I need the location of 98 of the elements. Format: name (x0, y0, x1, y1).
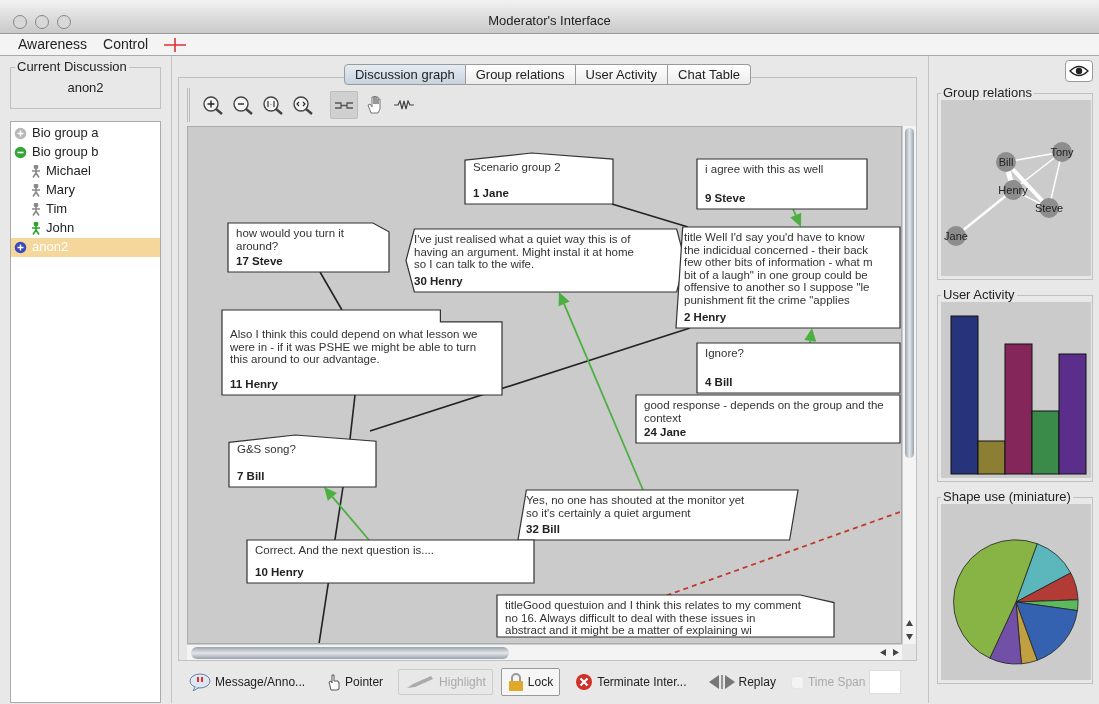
graph-node[interactable]: Bill (996, 152, 1016, 172)
message-node[interactable]: Yes, no one has shouted at the monitor yet so it's certainly a quiet argument 32 Bill (518, 490, 798, 540)
author-label: 2 Henry (684, 310, 728, 323)
highlighter-icon (405, 674, 436, 690)
zoom-out-icon (231, 94, 253, 116)
message-text: title Well I'd say you'd have to know the indicidual concerned - their back few other bits of information - what m bit of a laugh" in one group could be offensive to another so I suppose "le punishment fit the crime "applies (684, 231, 874, 306)
message-node[interactable]: Scenario group 2 1 Jane (465, 153, 613, 204)
toolbar-button[interactable]: Lock (500, 668, 561, 696)
message-node[interactable]: G&S song? 7 Bill (229, 435, 376, 487)
wave-icon (394, 100, 414, 110)
right-arrow-icon (892, 649, 899, 656)
panel-title: Current Discussion (16, 60, 128, 74)
toolbar-button[interactable]: Terminate Inter... (568, 669, 694, 695)
arrow-connector (324, 487, 370, 541)
tab[interactable]: Chat Table (668, 64, 751, 85)
message-node[interactable]: Also I think this could depend on what lesson we were in - if it was PSHE we might be able to turn this around to our advantage. 11 Henry (222, 310, 502, 395)
message-node[interactable]: Correct. And the next question is.... 10 Henry (247, 540, 534, 583)
person-icon (31, 183, 41, 197)
person-icon (31, 164, 41, 178)
author-label: 17 Steve (236, 254, 284, 267)
eye-button[interactable] (1065, 60, 1093, 82)
toolbar-button[interactable]: Pointer (320, 669, 391, 695)
person-icon (31, 202, 41, 216)
double-arrow-icon (708, 675, 735, 689)
message-text: Scenario group 2 (473, 161, 562, 174)
plus-icon[interactable] (164, 37, 187, 52)
zoom-in-icon (201, 94, 223, 116)
message-text: Also I think this could depend on what lesson we were in - if it was PSHE we might be able to turn this around to our advantage. (230, 328, 479, 366)
speech-bubble-icon (189, 673, 211, 691)
connector-icon (334, 101, 354, 109)
message-text: i agree with this as well (705, 163, 825, 176)
author-label: 24 Jane (644, 425, 688, 438)
message-node[interactable]: titleGood questuion and I think this relates to my comment no 16. Always difficult to deal with these issues in abstract and it might be a matter of explaining wi (497, 595, 834, 637)
tree-item[interactable]: John (11, 218, 160, 238)
message-text: how would you turn it around? (236, 227, 346, 252)
message-text: Yes, no one has shouted at the monitor yet so it's certainly a quiet argument (526, 494, 746, 519)
current-discussion-value: anon2 (66, 79, 105, 97)
arrow-connector (790, 208, 802, 227)
author-label: 32 Bill (526, 522, 561, 535)
input-field[interactable] (869, 670, 902, 694)
tree-item[interactable]: Bio group a (11, 123, 160, 143)
zoom-fit-icon (291, 94, 313, 116)
window-title: Moderator's Interface (488, 12, 611, 30)
left-arrow-icon (879, 649, 886, 656)
person-icon (31, 221, 41, 235)
tree-item[interactable]: Bio group b (11, 142, 160, 162)
tree-item[interactable]: Mary (11, 180, 160, 200)
author-label: 11 Henry (230, 377, 279, 390)
zoom-reset-icon (261, 94, 283, 116)
menu-item[interactable]: Awareness (10, 34, 95, 55)
menu-item[interactable]: Control (95, 34, 157, 55)
padlock-icon (507, 672, 524, 692)
message-text: good response - depends on the group and the context (644, 399, 885, 424)
message-text: Correct. And the next question is.... (255, 544, 435, 557)
author-label: 7 Bill (237, 469, 266, 482)
hand-icon (367, 96, 381, 114)
up-arrow-icon (906, 620, 913, 626)
message-node[interactable]: how would you turn it around? 17 Steve (228, 223, 389, 272)
panel-title: Shape use (miniature) (942, 490, 1072, 504)
message-node[interactable]: i agree with this as well 9 Steve (697, 159, 867, 209)
expand-icon[interactable] (14, 240, 27, 254)
down-arrow-icon (906, 634, 913, 640)
message-text: G&S song? (237, 443, 297, 456)
message-text: I've just realised what a quiet way this is of having an argument. Might instal it at home so I can talk to the wife. (414, 233, 635, 271)
tab[interactable]: Group relations (465, 64, 576, 85)
arrow-connector (804, 328, 817, 344)
close-icon (575, 673, 594, 691)
pointing-hand-icon (327, 673, 342, 691)
message-node[interactable]: good response - depends on the group and the context 24 Jane (636, 395, 900, 443)
author-label: 1 Jane (473, 186, 510, 199)
vertical-scrollbar[interactable] (902, 126, 916, 644)
eye-icon (1069, 65, 1089, 77)
author-label: 10 Henry (255, 565, 305, 578)
message-text: titleGood questuion and I think this relates to my comment no 16. Always difficult to deal with these issues in abstract and it might be a matter of explaining wi (505, 599, 802, 637)
scroll-thumb[interactable] (905, 128, 914, 458)
toolbar-button[interactable]: Message/Anno... (182, 669, 313, 695)
scroll-thumb[interactable] (191, 646, 509, 659)
collapse-icon[interactable] (14, 145, 27, 159)
panel-title: Group relations (942, 86, 1033, 100)
message-node[interactable] (676, 227, 900, 328)
author-label: 4 Bill (705, 375, 734, 388)
window-button[interactable] (57, 15, 71, 29)
connector-line (319, 271, 343, 311)
tab[interactable]: Discussion graph (343, 64, 466, 85)
connector-line (349, 394, 356, 440)
checkbox-label: Time Span (807, 674, 866, 691)
tree-item[interactable]: Michael (11, 161, 160, 181)
author-label: 30 Henry (414, 274, 464, 287)
author-label: 9 Steve (705, 191, 747, 204)
window-button[interactable] (35, 15, 49, 29)
toolbar-button[interactable]: Replay (701, 669, 783, 695)
message-node[interactable]: Ignore? 4 Bill (697, 343, 900, 393)
tab[interactable]: User Activity (575, 64, 669, 85)
window-button[interactable] (13, 15, 27, 29)
tree-item[interactable]: Tim (11, 199, 160, 219)
message-text: Ignore? (705, 347, 745, 360)
horizontal-scrollbar[interactable] (187, 644, 902, 660)
panel-title: User Activity (942, 288, 1016, 302)
